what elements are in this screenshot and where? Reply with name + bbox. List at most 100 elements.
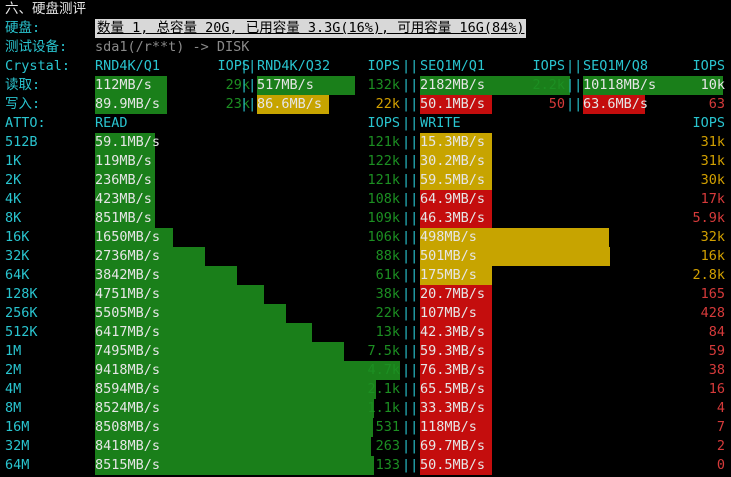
crystal-read-iops: 10k (700, 77, 725, 93)
atto-read-speed: 8515MB/s (95, 457, 161, 473)
atto-write-speed: 50.5MB/s (420, 457, 486, 473)
crystal-test-header: SEQ1M/Q8 (583, 58, 649, 74)
atto-write-speed: 175MB/s (420, 267, 477, 283)
crystal-iops-header: IOPS (692, 58, 725, 74)
atto-read-iops: 121k (367, 134, 400, 150)
crystal-read-speed: 517MB/s (257, 77, 314, 93)
atto-read-iops: 7.5k (367, 343, 400, 359)
disk-info: 数量 1, 总容量 20G, 已用容量 3.3G(16%), 可用容量 16G(… (95, 19, 527, 38)
device-value: sda1(/r**t) -> DISK (95, 39, 250, 55)
atto-block-size: 2K (5, 172, 22, 188)
atto-read-iops: 122k (367, 153, 400, 169)
atto-read-speed: 9418MB/s (95, 362, 161, 378)
atto-label: ATTO: (5, 115, 46, 131)
crystal-separator: || (240, 58, 257, 74)
atto-read-iops-header: IOPS (367, 115, 400, 131)
atto-write-speed: 65.5MB/s (420, 381, 486, 397)
atto-write-speed: 64.9MB/s (420, 191, 486, 207)
crystal-read-iops: 132k (367, 77, 400, 93)
atto-write-speed: 30.2MB/s (420, 153, 486, 169)
atto-write-iops: 31k (700, 134, 725, 150)
atto-read-iops: 38k (375, 286, 400, 302)
crystal-separator: || (566, 58, 583, 74)
crystal-separator: || (402, 77, 419, 93)
atto-separator: || (402, 172, 419, 188)
crystal-separator: || (402, 58, 419, 74)
atto-read-speed: 8524MB/s (95, 400, 161, 416)
device-label: 测试设备: (5, 39, 68, 55)
crystal-write-speed: 89.9MB/s (95, 96, 161, 112)
atto-block-size: 128K (5, 286, 38, 302)
crystal-write-iops: 22k (375, 96, 400, 112)
atto-write-iops-header: IOPS (692, 115, 725, 131)
atto-write-iops: 7 (716, 419, 725, 435)
atto-block-size: 64M (5, 457, 30, 473)
crystal-iops-header: IOPS (367, 58, 400, 74)
atto-write-iops: 16k (700, 248, 725, 264)
atto-read-speed: 59.1MB/s (95, 134, 161, 150)
crystal-write-iops: 50 (548, 96, 565, 112)
atto-block-size: 512B (5, 134, 38, 150)
atto-block-size: 2M (5, 362, 22, 378)
atto-block-size: 512K (5, 324, 38, 340)
atto-separator: || (402, 457, 419, 473)
atto-write-iops: 428 (700, 305, 725, 321)
atto-separator: || (402, 210, 419, 226)
atto-write-speed: 59.5MB/s (420, 172, 486, 188)
atto-block-size: 4M (5, 381, 22, 397)
atto-write-speed: 46.3MB/s (420, 210, 486, 226)
crystal-test-header: RND4K/Q1 (95, 58, 161, 74)
atto-block-size: 1K (5, 153, 22, 169)
atto-separator: || (402, 229, 419, 245)
atto-read-iops: 22k (375, 305, 400, 321)
atto-block-size: 4K (5, 191, 22, 207)
atto-block-size: 1M (5, 343, 22, 359)
atto-separator: || (402, 400, 419, 416)
atto-read-iops: 109k (367, 210, 400, 226)
atto-read-speed: 8508MB/s (95, 419, 161, 435)
atto-read-iops: 263 (375, 438, 400, 454)
crystal-test-header: SEQ1M/Q1 (420, 58, 486, 74)
atto-separator: || (402, 362, 419, 378)
atto-read-speed: 1650MB/s (95, 229, 161, 245)
atto-write-iops: 4 (716, 400, 725, 416)
atto-block-size: 16M (5, 419, 30, 435)
atto-block-size: 32M (5, 438, 30, 454)
atto-write-speed: 33.3MB/s (420, 400, 486, 416)
atto-separator: || (402, 419, 419, 435)
atto-separator: || (402, 115, 419, 131)
atto-separator: || (402, 267, 419, 283)
atto-write-speed: 69.7MB/s (420, 438, 486, 454)
crystal-read-speed: 2182MB/s (420, 77, 486, 93)
atto-write-speed: 498MB/s (420, 229, 477, 245)
atto-write-speed: 501MB/s (420, 248, 477, 264)
atto-separator: || (402, 191, 419, 207)
crystal-separator: || (566, 77, 583, 93)
atto-write-iops: 38 (708, 362, 725, 378)
atto-read-iops: 13k (375, 324, 400, 340)
atto-read-iops: 108k (367, 191, 400, 207)
atto-read-speed: 423MB/s (95, 191, 152, 207)
crystal-test-header: RND4K/Q32 (257, 58, 331, 74)
atto-read-iops: 531 (375, 419, 400, 435)
atto-write-header: WRITE (420, 115, 461, 131)
atto-write-iops: 2.8k (692, 267, 725, 283)
crystal-read-iops: 2.2k (532, 77, 565, 93)
atto-write-speed: 76.3MB/s (420, 362, 486, 378)
atto-block-size: 16K (5, 229, 30, 245)
crystal-separator: || (240, 77, 257, 93)
atto-separator: || (402, 343, 419, 359)
atto-read-iops: 106k (367, 229, 400, 245)
atto-write-iops: 59 (708, 343, 725, 359)
atto-block-size: 256K (5, 305, 38, 321)
atto-read-speed: 6417MB/s (95, 324, 161, 340)
atto-read-speed: 2736MB/s (95, 248, 161, 264)
terminal-window: 六、硬盘测评 硬盘: 数量 1, 总容量 20G, 已用容量 3.3G(16%)… (0, 0, 731, 477)
atto-read-speed: 5505MB/s (95, 305, 161, 321)
atto-read-speed: 8594MB/s (95, 381, 161, 397)
atto-write-iops: 5.9k (692, 210, 725, 226)
atto-read-speed: 851MB/s (95, 210, 152, 226)
atto-read-iops: 121k (367, 172, 400, 188)
atto-write-speed: 15.3MB/s (420, 134, 486, 150)
atto-block-size: 32K (5, 248, 30, 264)
